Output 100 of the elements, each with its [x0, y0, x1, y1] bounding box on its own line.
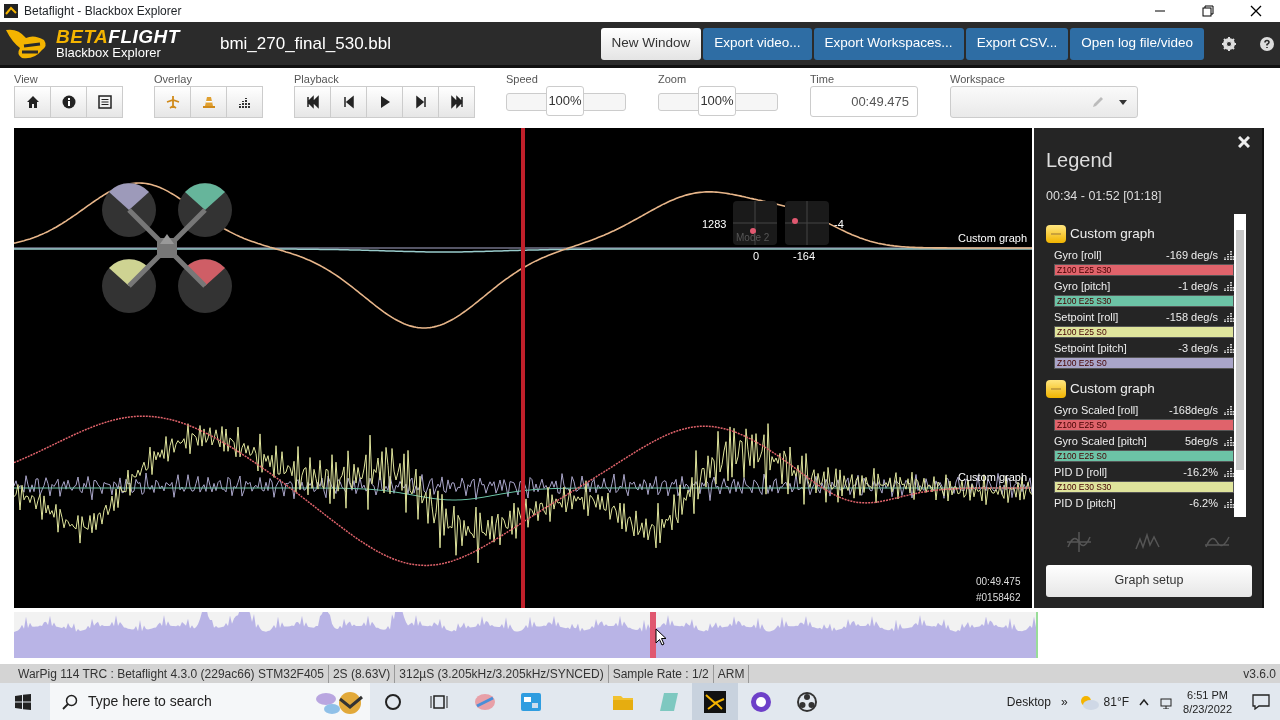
- bars-icon[interactable]: [1224, 312, 1234, 322]
- graph-title: Custom graph: [958, 470, 1028, 485]
- app-icon: [660, 691, 678, 712]
- settings-icon[interactable]: [1222, 36, 1236, 51]
- circle-icon: [384, 692, 402, 711]
- stick-position-drawing: [784, 200, 830, 246]
- seek-marker[interactable]: [649, 612, 656, 658]
- notification-icon[interactable]: [1252, 693, 1270, 710]
- overlay-button[interactable]: [226, 86, 263, 118]
- skip-start-icon: [305, 95, 320, 109]
- step-back-icon: [341, 95, 356, 109]
- time-field[interactable]: 00:49.475: [810, 86, 918, 117]
- skip-end-icon: [449, 95, 464, 109]
- field-label: Zoom: [658, 72, 688, 86]
- clock[interactable]: 6:51 PM 8/23/2022: [1183, 687, 1232, 716]
- logo-title: BETAFLIGHT: [56, 28, 180, 46]
- task-view-icon: [430, 692, 448, 711]
- header-button[interactable]: New Window: [600, 27, 702, 60]
- home-button[interactable]: [14, 86, 51, 118]
- help-icon[interactable]: [1260, 36, 1274, 51]
- graph-title: Custom graph: [958, 231, 1028, 246]
- status-text: Sample Rate : 1/2: [608, 664, 714, 683]
- bars-icon[interactable]: [1224, 467, 1234, 478]
- collapse-icon[interactable]: [1046, 380, 1066, 399]
- stick-position-drawing: [732, 200, 778, 246]
- search-icon: [62, 693, 78, 710]
- folder-icon: [613, 693, 633, 710]
- taskbar-button[interactable]: [692, 683, 738, 720]
- bars-icon[interactable]: [1224, 281, 1234, 291]
- time-label: 00:49.475: [976, 575, 1021, 589]
- series-color-tag: Z100 E25 S0: [1054, 450, 1234, 463]
- series-value: -158 deg/s: [1166, 309, 1218, 325]
- app-icon: [704, 690, 726, 713]
- home-icon: [25, 95, 40, 109]
- frame-label: #0158462: [976, 591, 1021, 605]
- status-text: ARM: [713, 664, 750, 683]
- status-text: WarPig 114 TRC : Betaflight 4.3.0 (229ac66) STM32F405: [14, 664, 329, 683]
- series-color-tag: Z100 E25 S0: [1054, 357, 1234, 369]
- restore-icon[interactable]: [1202, 5, 1214, 17]
- search-field[interactable]: Type here to search: [50, 683, 370, 720]
- logo-subtitle: Blackbox Explorer: [56, 46, 162, 59]
- info-button[interactable]: [50, 86, 87, 118]
- search-placeholder: Type here to search: [88, 692, 212, 711]
- stick-value: -4: [834, 217, 844, 232]
- field-label: Time: [810, 72, 836, 86]
- chevron-up-icon[interactable]: [1139, 697, 1150, 706]
- play-button[interactable]: [366, 86, 403, 118]
- app-icon: [521, 692, 541, 711]
- status-text: 312µS (3.205kHz/3.205kHz/SYNCED): [395, 664, 609, 683]
- temperature-text[interactable]: 81°F: [1103, 692, 1130, 711]
- field-label: Workspace: [950, 72, 1006, 86]
- header-button[interactable]: Export Workspaces...: [813, 27, 964, 60]
- scrollbar[interactable]: [1234, 213, 1246, 517]
- version-text: v3.6.0: [1243, 665, 1277, 683]
- series-name: PID D [roll]: [1054, 465, 1108, 480]
- header-button[interactable]: Export CSV...: [965, 27, 1069, 60]
- series-name: Setpoint [pitch]: [1054, 340, 1127, 356]
- skip-end-button[interactable]: [438, 86, 475, 118]
- bars-icon[interactable]: [1224, 343, 1234, 353]
- series-value: -168deg/s: [1169, 403, 1218, 418]
- skip-start-button[interactable]: [294, 86, 331, 118]
- step-back-button[interactable]: [330, 86, 367, 118]
- series-name: Gyro Scaled [pitch]: [1054, 434, 1147, 449]
- stick-value: 1283: [702, 217, 727, 232]
- close-icon[interactable]: [1250, 5, 1262, 17]
- bars-icon[interactable]: [1224, 498, 1234, 509]
- airplane-icon: [165, 95, 180, 109]
- list-button[interactable]: [86, 86, 123, 118]
- slider-thumb[interactable]: 100%: [546, 86, 584, 116]
- header-button[interactable]: Export video...: [703, 27, 812, 60]
- series-name: Setpoint [roll]: [1054, 309, 1119, 325]
- group-title: Custom graph: [1070, 380, 1155, 398]
- series-value: -16.2%: [1183, 465, 1218, 480]
- series-name: Gyro [pitch]: [1054, 278, 1111, 294]
- status-text: 2S (8.63V): [328, 664, 396, 683]
- pencil-icon: [1091, 95, 1105, 109]
- time-range: 00:34 - 01:52 [01:18]: [1046, 188, 1163, 205]
- bars-icon[interactable]: [1224, 436, 1234, 447]
- step-forward-button[interactable]: [402, 86, 439, 118]
- series-color-tag: Z100 E30 S30: [1054, 481, 1234, 494]
- overflow-chevron[interactable]: »: [1060, 692, 1068, 711]
- collapse-icon[interactable]: [1046, 224, 1066, 243]
- group-label: Playback: [294, 72, 340, 86]
- series-color-tag: Z100 E25 S30: [1054, 295, 1234, 307]
- slider-thumb[interactable]: 100%: [698, 86, 736, 116]
- app-icon: [474, 691, 496, 712]
- app-icon: [4, 4, 18, 18]
- bars-icon[interactable]: [1224, 405, 1234, 416]
- graph-setup-button[interactable]: Graph setup: [1046, 564, 1252, 597]
- bars-icon[interactable]: [1224, 250, 1234, 260]
- date-text: 8/23/2022: [1183, 701, 1232, 716]
- header-button[interactable]: Open log file/video: [1070, 27, 1204, 60]
- info-icon: [61, 95, 76, 109]
- series-value: -1 deg/s: [1178, 278, 1218, 294]
- document-icon: [97, 95, 112, 109]
- group-label: View: [14, 72, 39, 86]
- windows-icon: [15, 693, 31, 710]
- caret-icon: [1119, 99, 1127, 105]
- desktop-label[interactable]: Desktop: [1006, 692, 1051, 711]
- series-color-tag: Z100 E25 S30: [1054, 264, 1234, 276]
